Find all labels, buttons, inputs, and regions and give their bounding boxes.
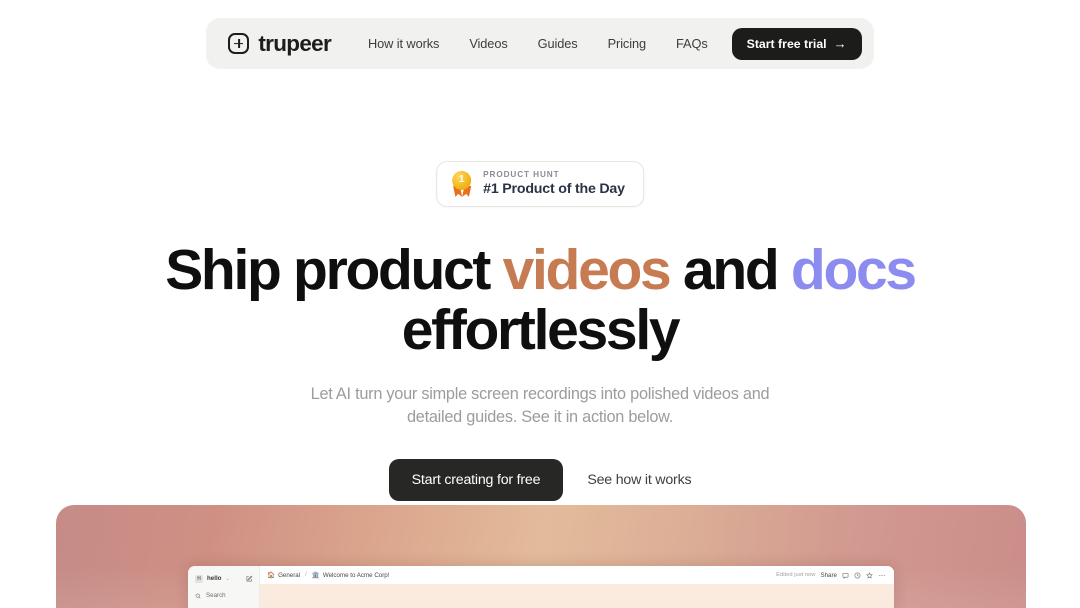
app-sidebar: H hello ⌄ Search: [188, 566, 260, 608]
brand-logo[interactable]: trupeer: [228, 30, 332, 57]
product-showcase-banner: H hello ⌄ Search 🏠 General / 🏛️ Welcome …: [56, 505, 1026, 608]
breadcrumb-item-general[interactable]: 🏠 General: [267, 571, 301, 580]
sidebar-item-search-label: Search: [206, 592, 226, 599]
home-emoji-icon: 🏠: [267, 572, 276, 579]
headline-part-1: Ship product: [165, 238, 503, 302]
history-clock-icon[interactable]: [854, 572, 861, 579]
breadcrumb-separator: /: [305, 572, 307, 578]
product-hunt-title: #1 Product of the Day: [483, 181, 625, 197]
building-emoji-icon: 🏛️: [311, 572, 320, 579]
headline-highlight-videos: videos: [502, 238, 672, 302]
hero-subtitle: Let AI turn your simple screen recording…: [0, 383, 1080, 429]
see-how-it-works-link[interactable]: See how it works: [587, 472, 691, 488]
headline-line-2: effortlessly: [401, 298, 681, 363]
app-topbar: 🏠 General / 🏛️ Welcome to Acme Corp! Edi…: [260, 566, 894, 584]
hero-subtitle-line-1: Let AI turn your simple screen recording…: [310, 384, 770, 403]
product-hunt-medal-icon: 1: [451, 170, 473, 197]
brand-name: trupeer: [258, 30, 332, 56]
product-hunt-kicker: PRODUCT HUNT: [483, 170, 560, 179]
nav-link-videos[interactable]: Videos: [454, 30, 522, 57]
page-cover-image: [260, 584, 894, 608]
more-options-icon[interactable]: [878, 572, 886, 579]
plus-in-rounded-square-icon: [228, 33, 250, 54]
header: trupeer How it works Videos Guides Prici…: [0, 18, 1080, 69]
app-screenshot-window: H hello ⌄ Search 🏠 General / 🏛️ Welcome …: [188, 566, 894, 608]
nav-link-guides[interactable]: Guides: [523, 30, 593, 57]
headline-part-2: and: [669, 238, 791, 302]
medal-rank-label: 1: [452, 170, 472, 190]
hero-subtitle-line-2: detailed guides. See it in action below.: [406, 407, 674, 426]
hero-actions: Start creating for free See how it works: [0, 459, 1080, 502]
breadcrumb-general-label: General: [278, 571, 301, 579]
app-main: 🏠 General / 🏛️ Welcome to Acme Corp! Edi…: [260, 566, 894, 608]
product-hunt-badge[interactable]: 1 PRODUCT HUNT #1 Product of the Day: [436, 161, 644, 207]
star-icon[interactable]: [866, 571, 873, 579]
start-free-trial-label: Start free trial: [746, 36, 827, 51]
new-page-icon[interactable]: [246, 575, 253, 582]
start-free-trial-button[interactable]: Start free trial →: [731, 27, 862, 60]
nav-link-how-it-works[interactable]: How it works: [353, 30, 454, 57]
nav-links: How it works Videos Guides Pricing FAQs: [353, 30, 723, 57]
nav-link-faqs[interactable]: FAQs: [661, 30, 723, 57]
nav-link-pricing[interactable]: Pricing: [593, 30, 661, 57]
search-icon: [195, 593, 201, 598]
page-title: Ship product videos and docs effortlessl…: [0, 240, 1080, 361]
sidebar-item-search[interactable]: Search: [195, 589, 253, 602]
breadcrumb-welcome-label: Welcome to Acme Corp!: [322, 571, 390, 579]
workspace-avatar: H: [195, 574, 203, 583]
hero-section: Ship product videos and docs effortlessl…: [0, 240, 1080, 502]
navbar: trupeer How it works Videos Guides Prici…: [206, 18, 874, 69]
share-button[interactable]: Share: [820, 572, 837, 579]
workspace-name: hello: [207, 575, 222, 582]
comment-icon[interactable]: [842, 572, 849, 579]
breadcrumb-item-welcome[interactable]: 🏛️ Welcome to Acme Corp!: [311, 571, 390, 580]
workspace-switcher[interactable]: H hello ⌄: [195, 572, 253, 585]
edited-status: Edited just now: [776, 572, 816, 578]
landing-page: trupeer How it works Videos Guides Prici…: [0, 0, 1080, 608]
headline-highlight-docs: docs: [790, 238, 917, 302]
chevron-down-icon: ⌄: [225, 575, 230, 582]
start-creating-for-free-button[interactable]: Start creating for free: [388, 459, 564, 502]
arrow-right-icon: →: [833, 36, 847, 51]
